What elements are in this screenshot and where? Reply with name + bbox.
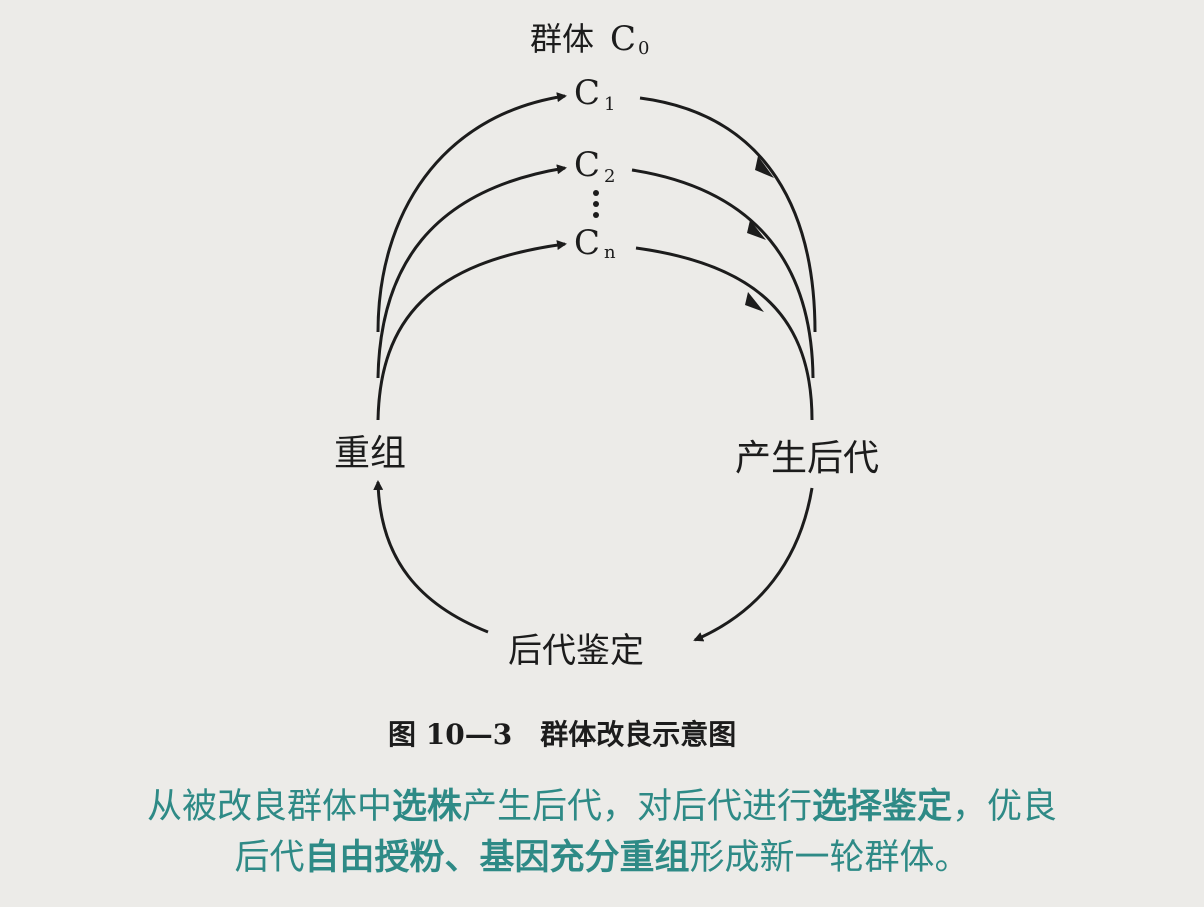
caption-segment: 产生后代，对后代进行 [461,787,812,827]
ellipsis-dot [593,201,599,207]
arc-recombine-to-c1 [376,92,567,333]
caption-segment: 从被改良群体中 [146,787,392,827]
arc-c1-to-offspring [639,96,817,333]
c1-letter: C [574,73,600,113]
arc-c2-to-offspring [631,168,815,379]
arc-cn-to-offspring [635,246,814,421]
recombine-label: 重组 [334,433,406,474]
caption-segment: 选株 [391,787,462,827]
c1-subscript: 1 [604,94,615,115]
arc-offspring-to-identify [693,487,814,642]
population-c-letter: C [610,19,636,59]
arc-identify-to-recombine [373,480,489,634]
figure-caption: 图 10—3 群体改良示意图 [388,718,736,751]
population-improvement-diagram: 群体 C 0 C 1 C 2 C n 重组 产生后代 后代鉴定 图 10—3 群… [334,19,879,751]
caption-segment: ，优良 [952,787,1058,827]
caption-segment: 形成新一轮群体。 [689,838,970,878]
offspring-label: 产生后代 [735,438,879,479]
caption-segment: 自由授粉、基因充分重组 [304,838,690,878]
population-subscript: 0 [638,38,649,59]
caption-line-2: 后代自由授粉、基因充分重组形成新一轮群体。 [0,834,1204,882]
population-label: 群体 [530,20,594,58]
cn-subscript: n [604,242,616,263]
c2-letter: C [574,145,600,185]
arrowhead-c2 [747,220,766,240]
ellipsis-dot [593,212,599,218]
cn-letter: C [574,223,600,263]
caption-line-1: 从被改良群体中选株产生后代，对后代进行选择鉴定，优良 [0,783,1204,831]
caption-segment: 选择鉴定 [812,787,953,827]
identify-label: 后代鉴定 [508,631,644,671]
arc-recombine-to-cn [376,240,567,421]
arc-recombine-to-c2 [376,164,567,379]
c2-subscript: 2 [604,166,615,187]
ellipsis-dot [593,190,599,196]
caption-segment: 后代 [234,838,305,878]
